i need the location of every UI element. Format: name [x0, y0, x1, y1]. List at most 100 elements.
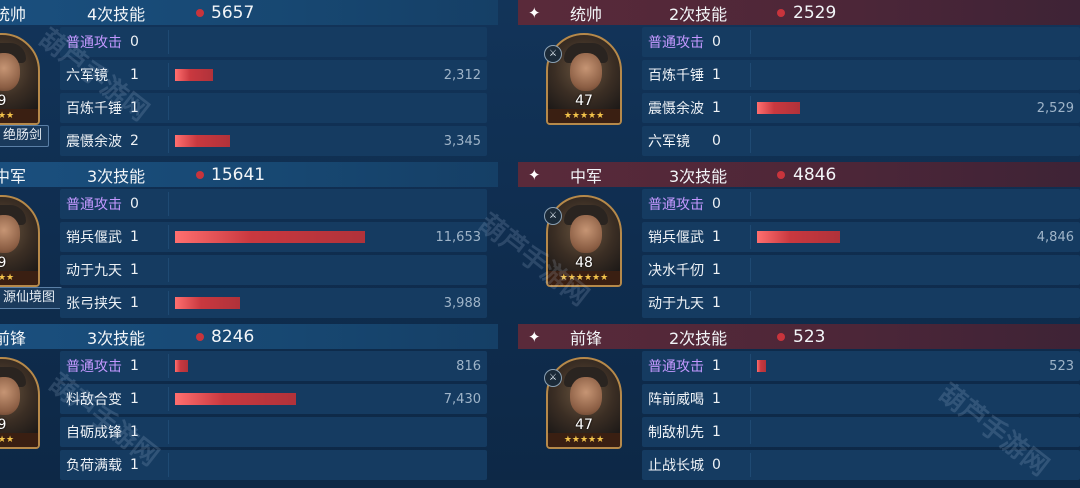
- panel-header: ✦ 前锋 2次技能 523: [518, 324, 1080, 349]
- position-label: 中军: [570, 166, 603, 186]
- unit-type-icon: ⚔: [544, 369, 562, 387]
- skill-row[interactable]: 销兵偃武 1 4,846: [642, 222, 1080, 252]
- cast-count: 1: [712, 295, 721, 311]
- rank-stars: ★★★: [0, 271, 38, 285]
- unit-type-icon: ⚔: [544, 207, 562, 225]
- equipment-tag[interactable]: 绝肠剑: [0, 125, 50, 147]
- row-divider: [750, 129, 751, 153]
- rank-stars: ★★★: [0, 433, 38, 447]
- general-panel-right-1[interactable]: ✦ 统帅 2次技能 2529 47 ★★★★★ ⚔ 普通攻击 0 百炼千锤 1 震慑余波 1 2,529 六…: [518, 0, 1080, 162]
- cast-count: 1: [712, 391, 721, 407]
- skill-row[interactable]: 销兵偃武 1 11,653: [60, 222, 487, 252]
- row-divider: [168, 420, 169, 444]
- row-divider: [750, 453, 751, 477]
- cast-count: 1: [130, 358, 139, 374]
- skill-row[interactable]: 动于九天 1: [60, 255, 487, 285]
- cast-count: 0: [130, 196, 139, 212]
- general-portrait[interactable]: 9★★★: [0, 195, 40, 287]
- damage-bar: [757, 102, 800, 114]
- damage-dot-icon: [196, 333, 204, 341]
- row-divider: [750, 192, 751, 216]
- skill-name: 制敌机先: [648, 425, 704, 441]
- general-level: 9: [0, 93, 38, 109]
- cast-count: 2: [130, 133, 139, 149]
- general-panel-right-3[interactable]: ✦ 前锋 2次技能 523 47 ★★★★★ ⚔ 普通攻击 1 523 阵前威喝 1 制敌机先 1 止战长城…: [518, 324, 1080, 486]
- skill-row[interactable]: 普通攻击 1 816: [60, 351, 487, 381]
- rank-stars: ★★★★★: [548, 109, 620, 123]
- damage-bar: [757, 360, 766, 372]
- position-label: 统帅: [0, 4, 27, 24]
- row-divider: [750, 30, 751, 54]
- total-damage: 5657: [211, 2, 255, 23]
- position-label: 中军: [0, 166, 27, 186]
- skill-row[interactable]: 百炼千锤 1: [642, 60, 1080, 90]
- damage-dot-icon: [777, 171, 785, 179]
- equipment-tag[interactable]: 源仙境图: [0, 287, 63, 309]
- skill-row[interactable]: 动于九天 1: [642, 288, 1080, 318]
- cast-count: 1: [712, 358, 721, 374]
- total-damage: 523: [793, 326, 826, 347]
- damage-dot-icon: [777, 333, 785, 341]
- cast-count: 1: [130, 391, 139, 407]
- skill-row[interactable]: 震慑余波 2 3,345: [60, 126, 487, 156]
- panel-header: ✦ 统帅 2次技能 2529: [518, 0, 1080, 25]
- row-divider: [168, 129, 169, 153]
- skill-row[interactable]: 普通攻击 0: [642, 189, 1080, 219]
- row-divider: [750, 96, 751, 120]
- skill-name: 动于九天: [66, 263, 122, 279]
- skill-row[interactable]: 震慑余波 1 2,529: [642, 93, 1080, 123]
- skill-row[interactable]: 普通攻击 0: [60, 27, 487, 57]
- skill-count-label: 3次技能: [669, 166, 728, 186]
- skill-name: 止战长城: [648, 458, 704, 474]
- cast-count: 1: [712, 100, 721, 116]
- skill-name: 负荷满载: [66, 458, 122, 474]
- general-panel-left-2[interactable]: 中军3次技能156419★★★源仙境图普通攻击0销兵偃武111,653动于九天1…: [0, 162, 540, 324]
- skill-row[interactable]: 普通攻击 0: [642, 27, 1080, 57]
- skill-name: 普通攻击: [648, 359, 704, 375]
- cast-count: 0: [130, 34, 139, 50]
- skill-row[interactable]: 普通攻击 0: [60, 189, 487, 219]
- face-shape: [0, 377, 20, 415]
- skill-name: 六军镜: [648, 134, 690, 150]
- damage-value: 816: [456, 358, 481, 374]
- skill-row[interactable]: 阵前威喝 1: [642, 384, 1080, 414]
- cast-count: 0: [712, 457, 721, 473]
- skill-name: 普通攻击: [66, 197, 122, 213]
- cast-count: 0: [712, 133, 721, 149]
- cast-count: 1: [712, 229, 721, 245]
- general-panel-right-2[interactable]: ✦ 中军 3次技能 4846 48 ★★★★★★ ⚔ 普通攻击 0 销兵偃武 1 4,846 决水千仞 1…: [518, 162, 1080, 324]
- row-divider: [750, 354, 751, 378]
- face-shape: [570, 377, 602, 415]
- skill-row[interactable]: 决水千仞 1: [642, 255, 1080, 285]
- unit-type-icon: ⚔: [544, 45, 562, 63]
- damage-value: 7,430: [443, 391, 481, 407]
- skill-count-label: 3次技能: [87, 328, 146, 348]
- damage-value: 3,988: [443, 295, 481, 311]
- row-divider: [750, 63, 751, 87]
- total-damage: 2529: [793, 2, 837, 23]
- panel-header: ✦ 中军 3次技能 4846: [518, 162, 1080, 187]
- row-divider: [750, 387, 751, 411]
- skill-name: 震慑余波: [66, 134, 122, 150]
- skill-row[interactable]: 普通攻击 1 523: [642, 351, 1080, 381]
- row-divider: [168, 192, 169, 216]
- row-divider: [168, 30, 169, 54]
- row-divider: [168, 96, 169, 120]
- row-divider: [168, 387, 169, 411]
- row-divider: [168, 291, 169, 315]
- face-shape: [0, 53, 20, 91]
- row-divider: [750, 225, 751, 249]
- four-point-star-icon: ✦: [528, 327, 541, 346]
- general-portrait[interactable]: 9★★★: [0, 357, 40, 449]
- skill-row[interactable]: 张弓挟矢 1 3,988: [60, 288, 487, 318]
- skill-name: 销兵偃武: [66, 230, 122, 246]
- skill-name: 阵前威喝: [648, 392, 704, 408]
- general-level: 9: [0, 417, 38, 433]
- four-point-star-icon: ✦: [528, 3, 541, 22]
- skill-name: 张弓挟矢: [66, 296, 122, 312]
- rank-stars: ★★★★★: [548, 433, 620, 447]
- damage-bar: [175, 69, 213, 81]
- skill-row[interactable]: 六军镜 0: [642, 126, 1080, 156]
- position-label: 前锋: [570, 328, 603, 348]
- skill-name: 百炼千锤: [648, 68, 704, 84]
